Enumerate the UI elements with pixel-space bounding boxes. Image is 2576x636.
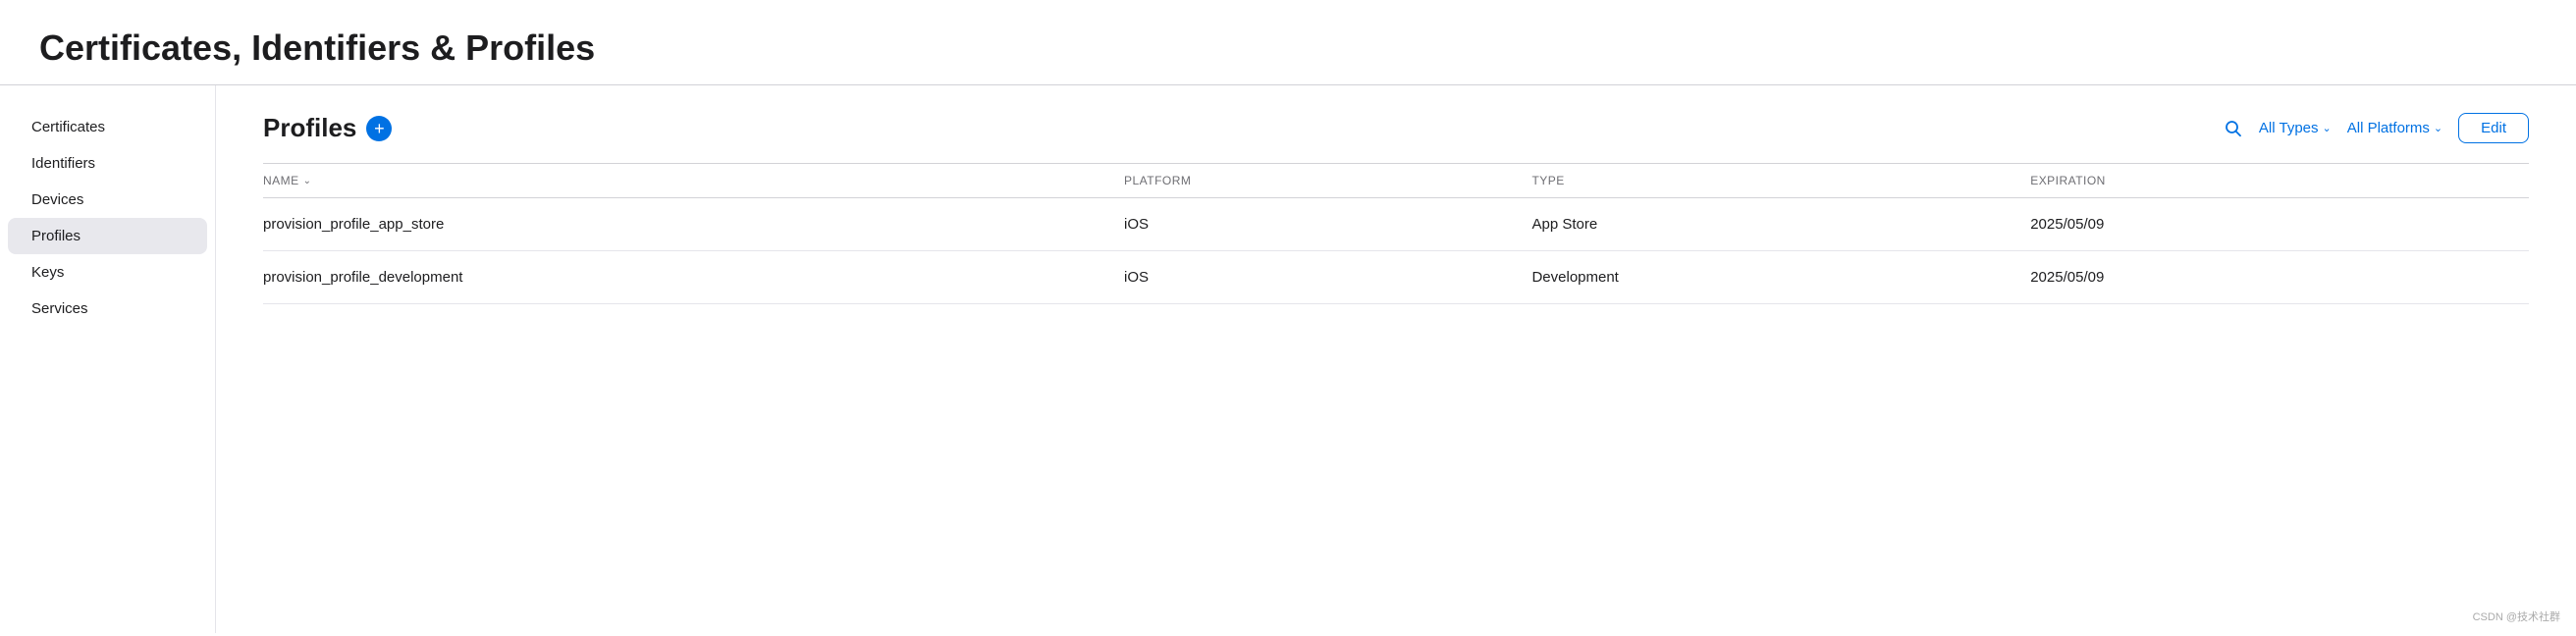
- sidebar-item-keys[interactable]: Keys: [8, 254, 207, 291]
- sidebar-item-certificates[interactable]: Certificates: [8, 109, 207, 145]
- content-title-row: Profiles +: [263, 113, 392, 143]
- cell-name: provision_profile_app_store: [263, 198, 1124, 251]
- chevron-down-icon: ⌄: [2434, 122, 2442, 134]
- name-sort[interactable]: NAME ⌄: [263, 174, 311, 187]
- cell-expiration: 2025/05/09: [2030, 198, 2529, 251]
- cell-platform: iOS: [1124, 251, 1531, 304]
- edit-button[interactable]: Edit: [2458, 113, 2529, 143]
- page-header: Certificates, Identifiers & Profiles: [0, 0, 2576, 85]
- cell-platform: iOS: [1124, 198, 1531, 251]
- cell-name: provision_profile_development: [263, 251, 1124, 304]
- sidebar-item-identifiers[interactable]: Identifiers: [8, 145, 207, 182]
- add-profile-button[interactable]: +: [366, 116, 392, 141]
- sidebar-item-profiles[interactable]: Profiles: [8, 218, 207, 254]
- col-header-name: NAME ⌄: [263, 164, 1124, 198]
- sidebar: CertificatesIdentifiersDevicesProfilesKe…: [0, 85, 216, 633]
- sort-icon: ⌄: [303, 176, 312, 186]
- col-header-expiration: EXPIRATION: [2030, 164, 2529, 198]
- table-row[interactable]: provision_profile_developmentiOSDevelopm…: [263, 251, 2529, 304]
- col-name-label: NAME: [263, 174, 299, 187]
- cell-type: Development: [1531, 251, 2030, 304]
- table-header-row: NAME ⌄ PLATFORM TYPE EXPIRATION: [263, 164, 2529, 198]
- table-header: NAME ⌄ PLATFORM TYPE EXPIRATION: [263, 164, 2529, 198]
- section-title: Profiles: [263, 113, 356, 143]
- col-header-type: TYPE: [1531, 164, 2030, 198]
- all-platforms-filter[interactable]: All Platforms ⌄: [2347, 120, 2442, 136]
- all-types-filter[interactable]: All Types ⌄: [2259, 120, 2332, 136]
- cell-expiration: 2025/05/09: [2030, 251, 2529, 304]
- table-body: provision_profile_app_storeiOSApp Store2…: [263, 198, 2529, 304]
- sidebar-item-devices[interactable]: Devices: [8, 182, 207, 218]
- profiles-table: NAME ⌄ PLATFORM TYPE EXPIRATION provisio…: [263, 163, 2529, 304]
- all-platforms-label: All Platforms: [2347, 120, 2430, 136]
- page-body: CertificatesIdentifiersDevicesProfilesKe…: [0, 85, 2576, 633]
- col-header-platform: PLATFORM: [1124, 164, 1531, 198]
- watermark: CSDN @技术社群: [2473, 609, 2560, 624]
- table-row[interactable]: provision_profile_app_storeiOSApp Store2…: [263, 198, 2529, 251]
- all-types-label: All Types: [2259, 120, 2319, 136]
- main-content: Profiles + All Types ⌄ All Platforms ⌄: [216, 85, 2576, 633]
- header-actions: All Types ⌄ All Platforms ⌄ Edit: [2224, 113, 2529, 143]
- content-header: Profiles + All Types ⌄ All Platforms ⌄: [263, 113, 2529, 143]
- sidebar-item-services[interactable]: Services: [8, 291, 207, 327]
- search-button[interactable]: [2224, 119, 2243, 138]
- cell-type: App Store: [1531, 198, 2030, 251]
- chevron-down-icon: ⌄: [2323, 122, 2332, 134]
- page-title: Certificates, Identifiers & Profiles: [39, 27, 2537, 69]
- search-icon: [2224, 119, 2243, 138]
